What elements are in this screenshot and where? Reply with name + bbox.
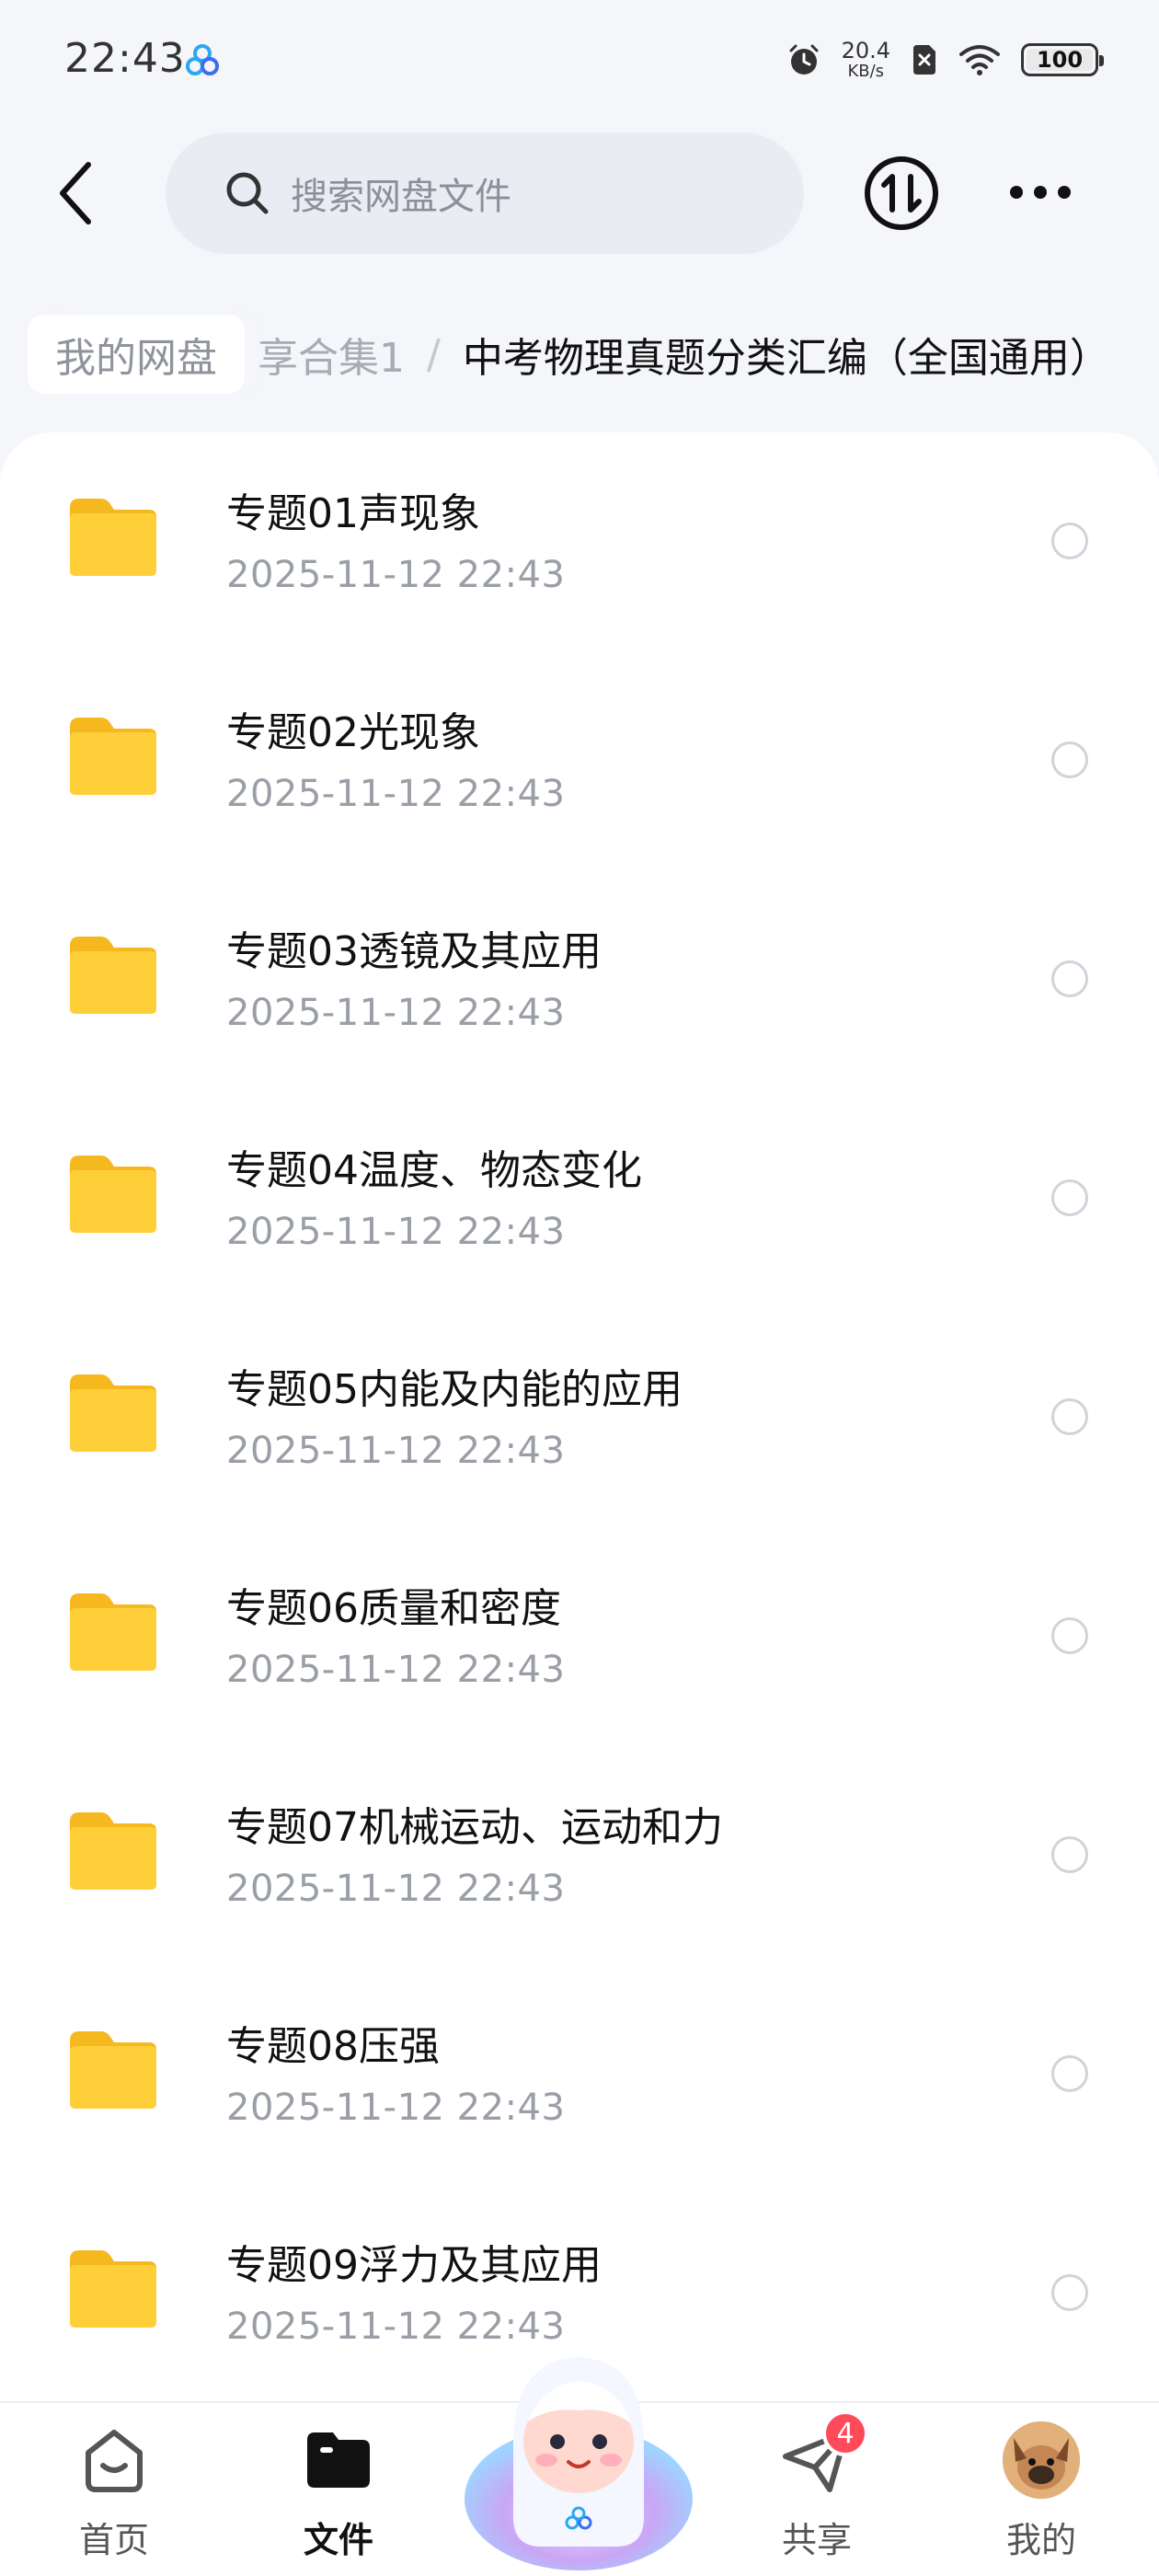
- file-name: 专题02光现象: [226, 709, 480, 756]
- file-row[interactable]: 专题03透镜及其应用 2025-11-12 22:43: [0, 870, 1159, 1089]
- dog-avatar-icon: [1003, 2421, 1080, 2499]
- more-dot: [1010, 186, 1023, 199]
- back-button[interactable]: [42, 156, 109, 230]
- avatar: [1003, 2421, 1080, 2499]
- more-dot: [1034, 186, 1047, 199]
- back-icon: [60, 162, 91, 224]
- file-name: 专题08压强: [226, 2023, 440, 2070]
- battery-level: 100: [1036, 47, 1084, 73]
- share-badge: 4: [822, 2410, 868, 2456]
- folder-icon: [70, 1593, 156, 1671]
- search-input[interactable]: 搜索网盘文件: [166, 132, 804, 254]
- file-date: 2025-11-12 22:43: [226, 1649, 566, 1691]
- file-date: 2025-11-12 22:43: [226, 1868, 566, 1910]
- file-date: 2025-11-12 22:43: [226, 992, 566, 1034]
- breadcrumb-separator: /: [427, 330, 441, 378]
- file-date: 2025-11-12 22:43: [226, 1430, 566, 1472]
- select-radio[interactable]: [1051, 2274, 1088, 2311]
- file-name: 专题07机械运动、运动和力: [226, 1804, 723, 1851]
- file-row[interactable]: 专题05内能及内能的应用 2025-11-12 22:43: [0, 1308, 1159, 1527]
- nav-share[interactable]: 4 共享: [743, 2403, 890, 2576]
- file-name: 专题01声现象: [226, 490, 480, 537]
- status-bar: 22:43 20.4 KB/s 100: [0, 0, 1159, 123]
- file-row[interactable]: 专题07机械运动、运动和力 2025-11-12 22:43: [0, 1746, 1159, 1965]
- file-date: 2025-11-12 22:43: [226, 2087, 566, 2129]
- folder-icon: [70, 718, 156, 795]
- status-time: 22:43: [64, 35, 186, 82]
- nav-mine-label: 我的: [1005, 2520, 1076, 2560]
- mascot-assistant-icon[interactable]: [460, 2333, 697, 2576]
- select-radio[interactable]: [1051, 523, 1088, 559]
- folder-icon: [70, 2031, 156, 2109]
- more-icon[interactable]: [999, 169, 1082, 215]
- home-icon: [86, 2430, 143, 2492]
- nav-mine[interactable]: 我的: [968, 2403, 1115, 2576]
- file-date: 2025-11-12 22:43: [226, 773, 566, 815]
- file-list-panel: 专题01声现象 2025-11-12 22:43 专题02光现象 2025-11-12…: [0, 432, 1159, 2401]
- wifi-icon: [959, 45, 1000, 75]
- breadcrumb-root[interactable]: 我的网盘: [28, 315, 245, 394]
- network-speed-unit: KB/s: [847, 62, 885, 81]
- folder-icon: [70, 937, 156, 1014]
- nav-home[interactable]: 首页: [40, 2403, 188, 2576]
- select-radio[interactable]: [1051, 1617, 1088, 1654]
- folder-icon: [70, 499, 156, 576]
- share-icon-wrap: 4: [778, 2410, 868, 2499]
- sim-off-icon: [913, 45, 935, 75]
- file-name: 专题05内能及内能的应用: [226, 1366, 683, 1413]
- breadcrumb-current: 中考物理真题分类汇编（全国通用）: [462, 335, 1110, 382]
- search-icon: [226, 172, 269, 214]
- file-row[interactable]: 专题06质量和密度 2025-11-12 22:43: [0, 1527, 1159, 1746]
- folder-icon: [70, 1374, 156, 1452]
- file-row[interactable]: 专题01声现象 2025-11-12 22:43: [0, 432, 1159, 651]
- nav-files[interactable]: 文件: [265, 2403, 412, 2576]
- select-radio[interactable]: [1051, 1179, 1088, 1216]
- app-logo-icon: [186, 44, 219, 75]
- transfer-icon[interactable]: [863, 155, 940, 232]
- breadcrumb-parent[interactable]: 享合集1: [258, 325, 405, 384]
- file-date: 2025-11-12 22:43: [226, 554, 566, 596]
- nav-home-label: 首页: [78, 2520, 149, 2560]
- file-name: 专题03透镜及其应用: [226, 928, 602, 975]
- folder-tab-icon: [307, 2432, 370, 2488]
- status-icons: 20.4 KB/s 100: [786, 37, 1104, 83]
- header: 搜索网盘文件: [0, 123, 1159, 261]
- network-speed: 20.4 KB/s: [842, 40, 890, 80]
- file-row[interactable]: 专题08压强 2025-11-12 22:43: [0, 1965, 1159, 2184]
- folder-icon: [70, 1812, 156, 1890]
- folder-icon: [70, 1156, 156, 1233]
- file-name: 专题04温度、物态变化: [226, 1147, 642, 1194]
- nav-share-label: 共享: [781, 2520, 852, 2560]
- select-radio[interactable]: [1051, 1836, 1088, 1873]
- select-radio[interactable]: [1051, 960, 1088, 997]
- select-radio[interactable]: [1051, 742, 1088, 778]
- file-list: 专题01声现象 2025-11-12 22:43 专题02光现象 2025-11-12…: [0, 432, 1159, 2401]
- file-row[interactable]: 专题04温度、物态变化 2025-11-12 22:43: [0, 1089, 1159, 1308]
- select-radio[interactable]: [1051, 1398, 1088, 1435]
- file-name: 专题09浮力及其应用: [226, 2242, 602, 2289]
- nav-files-label: 文件: [303, 2520, 373, 2560]
- alarm-icon: [789, 44, 819, 75]
- search-placeholder: 搜索网盘文件: [291, 176, 511, 218]
- battery-icon: 100: [1021, 43, 1104, 76]
- select-radio[interactable]: [1051, 2055, 1088, 2092]
- network-speed-value: 20.4: [841, 38, 890, 63]
- file-name: 专题06质量和密度: [226, 1585, 561, 1632]
- file-date: 2025-11-12 22:43: [226, 1211, 566, 1253]
- more-dot: [1058, 186, 1071, 199]
- page: { "status_bar": { "time": "22:43", "net_…: [0, 0, 1159, 2576]
- folder-icon: [70, 2250, 156, 2328]
- file-row[interactable]: 专题02光现象 2025-11-12 22:43: [0, 651, 1159, 870]
- breadcrumb: 我的网盘 享合集1 / 中考物理真题分类汇编（全国通用）: [0, 304, 1159, 405]
